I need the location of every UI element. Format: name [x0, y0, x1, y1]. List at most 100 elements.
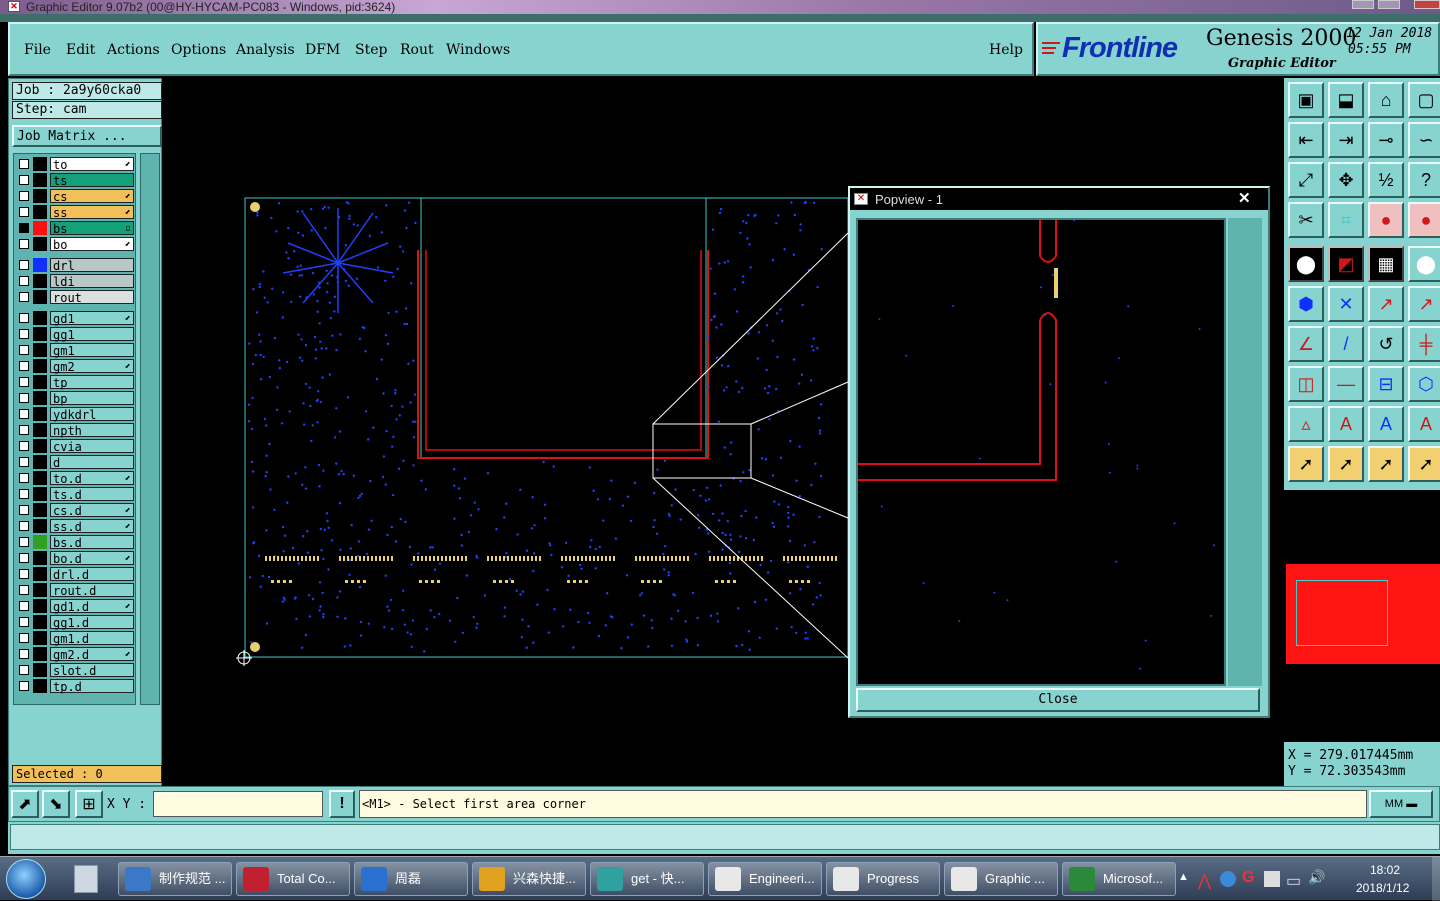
tool-button-icon[interactable]: ⬡ — [1408, 366, 1440, 402]
layer-name[interactable]: gg1.d — [50, 615, 134, 630]
layer-color-swatch[interactable] — [33, 407, 47, 421]
tray-expand-icon[interactable]: ▲ — [1178, 871, 1189, 883]
layer-row[interactable]: gm2.d ⬋ — [17, 647, 135, 662]
start-button-icon[interactable] — [6, 859, 46, 899]
menu-step[interactable]: Step — [355, 42, 387, 58]
layer-color-swatch[interactable] — [33, 519, 47, 533]
layer-name[interactable]: bo.d ⬋ — [50, 551, 134, 566]
tool-button-icon[interactable]: ⬓ — [1328, 82, 1364, 118]
clock-date[interactable]: 2018/1/12 — [1356, 881, 1409, 895]
layer-name[interactable]: bs ▫ — [50, 221, 134, 236]
tool-button-icon[interactable]: ▢ — [1408, 82, 1440, 118]
layer-color-swatch[interactable] — [33, 439, 47, 453]
layer-name[interactable]: cvia — [50, 439, 134, 454]
tool-button-icon[interactable]: ✥ — [1328, 162, 1364, 198]
layer-row[interactable]: gm2 ⬋ — [17, 359, 135, 374]
layer-color-swatch[interactable] — [33, 157, 47, 171]
layer-color-swatch[interactable] — [33, 290, 47, 304]
layer-checkbox[interactable] — [19, 601, 29, 611]
tool-button-icon[interactable]: / — [1328, 326, 1364, 362]
tool-button-icon[interactable]: ∠ — [1288, 326, 1324, 362]
tool-button-icon[interactable]: ⊸ — [1368, 122, 1404, 158]
layer-checkbox[interactable] — [19, 425, 29, 435]
tool-button-icon[interactable]: ▦ — [1368, 246, 1404, 282]
layer-name[interactable]: cs.d ⬋ — [50, 503, 134, 518]
layer-color-swatch[interactable] — [33, 567, 47, 581]
layer-color-swatch[interactable] — [33, 189, 47, 203]
layer-row[interactable]: npth — [17, 423, 135, 438]
layer-row[interactable]: cvia — [17, 439, 135, 454]
layer-name[interactable]: rout — [50, 290, 134, 305]
layer-color-swatch[interactable] — [33, 258, 47, 272]
layer-row[interactable]: to ⬋ — [17, 157, 135, 172]
layer-checkbox[interactable] — [19, 345, 29, 355]
menu-windows[interactable]: Windows — [446, 42, 510, 58]
tool-button-icon[interactable]: ½ — [1368, 162, 1404, 198]
tool-button-icon[interactable]: ? — [1408, 162, 1440, 198]
layer-color-swatch[interactable] — [33, 679, 47, 693]
taskbar-button[interactable]: Total Co... — [236, 862, 350, 896]
popview-close-icon[interactable]: ✕ — [1238, 189, 1251, 207]
layer-row[interactable]: bo ⬋ — [17, 237, 135, 252]
layer-checkbox[interactable] — [19, 313, 29, 323]
layer-row[interactable]: cs ⬋ — [17, 189, 135, 204]
layer-color-swatch[interactable] — [33, 311, 47, 325]
popview-title-bar[interactable]: ✕ Popview - 1 ✕ — [850, 188, 1268, 210]
menu-file[interactable]: File — [24, 42, 51, 58]
layer-checkbox[interactable] — [19, 207, 29, 217]
tray-app-icon-2[interactable] — [1220, 871, 1236, 887]
taskbar-button[interactable]: Microsof... — [1062, 862, 1176, 896]
tool-button-icon[interactable]: ⤢ — [1288, 162, 1324, 198]
layer-checkbox[interactable] — [19, 260, 29, 270]
tool-button-icon[interactable]: ⬤ — [1288, 246, 1324, 282]
layer-row[interactable]: d — [17, 455, 135, 470]
layer-color-swatch[interactable] — [33, 631, 47, 645]
tool-button-icon[interactable]: A — [1368, 406, 1404, 442]
tool-button-icon[interactable]: ↺ — [1368, 326, 1404, 362]
tray-network-icon[interactable]: ▭ — [1286, 871, 1301, 891]
tool-button-icon[interactable]: ⌂ — [1368, 82, 1404, 118]
layer-name[interactable]: drl.d — [50, 567, 134, 582]
layer-name[interactable]: slot.d — [50, 663, 134, 678]
tool-button-icon[interactable]: ✕ — [1328, 286, 1364, 322]
layer-name[interactable]: bs.d — [50, 535, 134, 550]
layer-name[interactable]: tp — [50, 375, 134, 390]
layer-checkbox[interactable] — [19, 276, 29, 286]
layer-row[interactable]: gm1.d — [17, 631, 135, 646]
layer-checkbox[interactable] — [19, 159, 29, 169]
layer-color-swatch[interactable] — [33, 173, 47, 187]
layer-checkbox[interactable] — [19, 175, 29, 185]
layer-row[interactable]: bs ▫ — [17, 221, 135, 236]
layer-checkbox[interactable] — [19, 377, 29, 387]
layer-name[interactable]: cs ⬋ — [50, 189, 134, 204]
overview-panel[interactable] — [1284, 490, 1440, 742]
layer-name[interactable]: rout.d — [50, 583, 134, 598]
layer-row[interactable]: bp — [17, 391, 135, 406]
layer-name[interactable]: gg1 — [50, 327, 134, 342]
layer-color-swatch[interactable] — [33, 663, 47, 677]
menu-help[interactable]: Help — [989, 42, 1023, 58]
tray-app-icon-3[interactable]: G — [1242, 869, 1254, 887]
layer-color-swatch[interactable] — [33, 375, 47, 389]
tool-button-icon[interactable]: ⊟ — [1368, 366, 1404, 402]
tool-button-icon[interactable]: ∽ — [1408, 122, 1440, 158]
layer-checkbox[interactable] — [19, 537, 29, 547]
tool-button-icon[interactable]: ✂ — [1288, 202, 1324, 238]
layer-name[interactable]: gm1 — [50, 343, 134, 358]
layer-name[interactable]: ss ⬋ — [50, 205, 134, 220]
layer-name[interactable]: bp — [50, 391, 134, 406]
taskbar-button[interactable]: 周磊 — [354, 862, 468, 896]
layer-name[interactable]: gd1 ⬋ — [50, 311, 134, 326]
tool-button-icon[interactable]: ↗ — [1408, 286, 1440, 322]
layer-name[interactable]: npth — [50, 423, 134, 438]
layer-checkbox[interactable] — [19, 569, 29, 579]
alert-icon[interactable]: ! — [329, 790, 355, 818]
layer-name[interactable]: gm2.d ⬋ — [50, 647, 134, 662]
layer-name[interactable]: tp.d — [50, 679, 134, 694]
layer-checkbox[interactable] — [19, 505, 29, 515]
grid-tool-icon[interactable]: ⊞ — [75, 790, 103, 818]
layer-row[interactable]: ts.d — [17, 487, 135, 502]
snap-tool-icon[interactable]: ⬈ — [11, 790, 39, 818]
show-desktop-button[interactable] — [1432, 857, 1440, 901]
taskbar-button[interactable]: Engineeri... — [708, 862, 822, 896]
